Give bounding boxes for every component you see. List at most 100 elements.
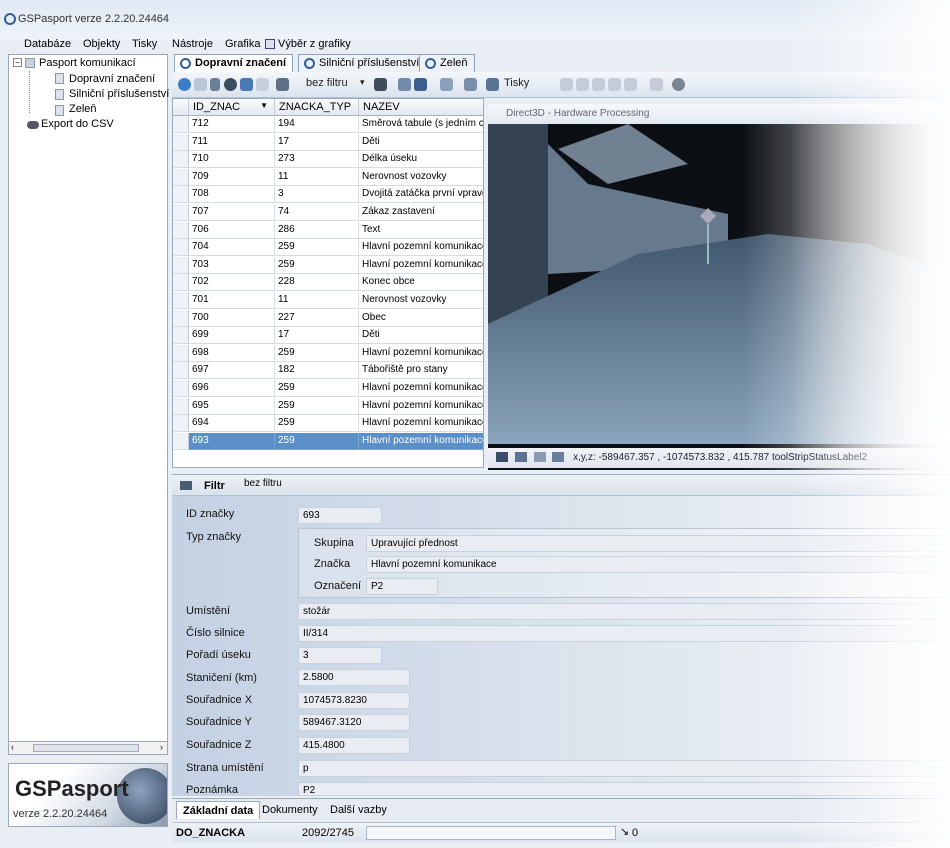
cell-type[interactable]: 17: [275, 133, 359, 151]
field-chainage[interactable]: 2.5800: [298, 669, 410, 686]
cell-type[interactable]: 194: [275, 116, 359, 133]
cell-id[interactable]: 707: [189, 204, 275, 221]
info-icon[interactable]: [672, 78, 685, 91]
row-header[interactable]: [173, 309, 189, 327]
menu-tisky[interactable]: Tisky: [132, 38, 157, 50]
cell-id[interactable]: 701: [189, 292, 275, 309]
cell-type[interactable]: 286: [275, 221, 359, 239]
cell-id[interactable]: 700: [189, 309, 275, 327]
cell-id[interactable]: 708: [189, 186, 275, 204]
layers-icon[interactable]: [514, 452, 527, 463]
cell-type[interactable]: 11: [275, 292, 359, 309]
table-row[interactable]: 703 259 Hlavní pozemní komunikace: [173, 256, 483, 274]
cell-id[interactable]: 704: [189, 239, 275, 257]
table-row[interactable]: 711 17 Děti: [173, 133, 483, 151]
field-y[interactable]: 589467.3120: [298, 714, 410, 731]
tree-item-zelen[interactable]: Zeleň: [69, 103, 97, 115]
cell-type[interactable]: 259: [275, 344, 359, 362]
field-mark[interactable]: P2: [366, 578, 438, 595]
column-header-type[interactable]: ZNACKA_TYP: [275, 99, 359, 116]
filter-dropdown[interactable]: bez filtru: [306, 77, 348, 93]
print-button[interactable]: Tisky: [504, 77, 529, 93]
row-header[interactable]: [173, 292, 189, 309]
row-header[interactable]: [173, 186, 189, 204]
table-row[interactable]: 710 273 Délka úseku: [173, 151, 483, 169]
cell-name[interactable]: Děti: [359, 327, 483, 345]
cell-name[interactable]: Zákaz zastavení: [359, 204, 483, 221]
cell-name[interactable]: Hlavní pozemní komunikace: [359, 433, 483, 450]
cell-name[interactable]: Délka úseku: [359, 151, 483, 169]
cell-id[interactable]: 703: [189, 256, 275, 274]
add-icon[interactable]: [178, 78, 191, 91]
row-header[interactable]: [173, 221, 189, 239]
collapse-icon[interactable]: −: [13, 58, 22, 67]
crosshair-icon[interactable]: [533, 452, 546, 463]
cell-id[interactable]: 698: [189, 344, 275, 362]
cell-id[interactable]: 711: [189, 133, 275, 151]
columns-icon[interactable]: [464, 78, 477, 91]
tab-zakladni-data[interactable]: Základní data: [176, 801, 261, 819]
cell-type[interactable]: 259: [275, 415, 359, 433]
menu-vyber-z-grafiky[interactable]: Výběr z grafiky: [278, 38, 351, 50]
field-place[interactable]: stožár: [298, 603, 950, 620]
point-cloud-view[interactable]: [488, 124, 950, 470]
prev-icon[interactable]: [576, 78, 589, 91]
table-row[interactable]: 693 259 Hlavní pozemní komunikace: [173, 432, 483, 450]
cell-type[interactable]: 11: [275, 168, 359, 186]
row-header[interactable]: [173, 256, 189, 274]
menu-nastroje[interactable]: Nástroje: [172, 38, 213, 50]
tab-dalsi-vazby[interactable]: Další vazby: [324, 801, 393, 819]
cell-name[interactable]: Obec: [359, 310, 483, 327]
tab-dokumenty[interactable]: Dokumenty: [256, 801, 324, 819]
cell-type[interactable]: 228: [275, 274, 359, 292]
cell-type[interactable]: 259: [275, 256, 359, 274]
filter-icon[interactable]: [276, 78, 289, 91]
menu-grafika[interactable]: Grafika: [225, 38, 260, 50]
scroll-thumb[interactable]: [33, 744, 139, 752]
field-note[interactable]: P2: [298, 782, 950, 796]
cell-type[interactable]: 17: [275, 327, 359, 345]
cell-type[interactable]: 259: [275, 397, 359, 415]
table-row[interactable]: 699 17 Děti: [173, 327, 483, 345]
table-row[interactable]: 701 11 Nerovnost vozovky: [173, 292, 483, 309]
select-icon[interactable]: [414, 78, 427, 91]
cell-name[interactable]: Směrová tabule (s jedním cí...: [359, 116, 483, 133]
cell-id[interactable]: 696: [189, 380, 275, 397]
funnel-icon[interactable]: [624, 78, 637, 91]
cell-name[interactable]: Nerovnost vozovky: [359, 292, 483, 309]
row-header[interactable]: [173, 397, 189, 415]
cell-id[interactable]: 694: [189, 415, 275, 433]
next-icon[interactable]: [592, 78, 605, 91]
table-row[interactable]: 695 259 Hlavní pozemní komunikace: [173, 397, 483, 415]
horizontal-scrollbar[interactable]: ‹ ›: [8, 741, 168, 755]
table-row[interactable]: 694 259 Hlavní pozemní komunikace: [173, 415, 483, 433]
cell-id[interactable]: 706: [189, 221, 275, 239]
cell-name[interactable]: Konec obce: [359, 274, 483, 292]
cell-type[interactable]: 3: [275, 186, 359, 204]
table-row[interactable]: 712 194 Směrová tabule (s jedním cí...: [173, 116, 483, 133]
row-header[interactable]: [173, 116, 189, 133]
row-header[interactable]: [173, 133, 189, 151]
cell-id[interactable]: 697: [189, 362, 275, 380]
cell-name[interactable]: Děti: [359, 134, 483, 151]
help-icon[interactable]: [650, 78, 663, 91]
field-side[interactable]: p: [298, 760, 950, 777]
menu-databaze[interactable]: Databáze: [24, 38, 71, 50]
cell-name[interactable]: Hlavní pozemní komunikace: [359, 239, 483, 257]
field-sign[interactable]: Hlavní pozemní komunikace: [366, 556, 950, 573]
menu-objekty[interactable]: Objekty: [83, 38, 120, 50]
last-icon[interactable]: [608, 78, 621, 91]
first-icon[interactable]: [560, 78, 573, 91]
camera-icon[interactable]: [496, 452, 508, 463]
chevron-down-icon[interactable]: ▾: [360, 77, 365, 93]
field-id[interactable]: 693: [298, 507, 382, 524]
map-icon[interactable]: [398, 78, 411, 91]
field-z[interactable]: 415.4800: [298, 737, 410, 754]
view-3d[interactable]: Direct3D - Hardware Processing: [488, 104, 950, 470]
field-group[interactable]: Upravující přednost: [366, 535, 950, 552]
cell-type[interactable]: 182: [275, 362, 359, 380]
table-row[interactable]: 698 259 Hlavní pozemní komunikace: [173, 344, 483, 362]
cell-name[interactable]: Hlavní pozemní komunikace: [359, 257, 483, 274]
table-row[interactable]: 702 228 Konec obce: [173, 274, 483, 292]
cell-id[interactable]: 710: [189, 151, 275, 169]
